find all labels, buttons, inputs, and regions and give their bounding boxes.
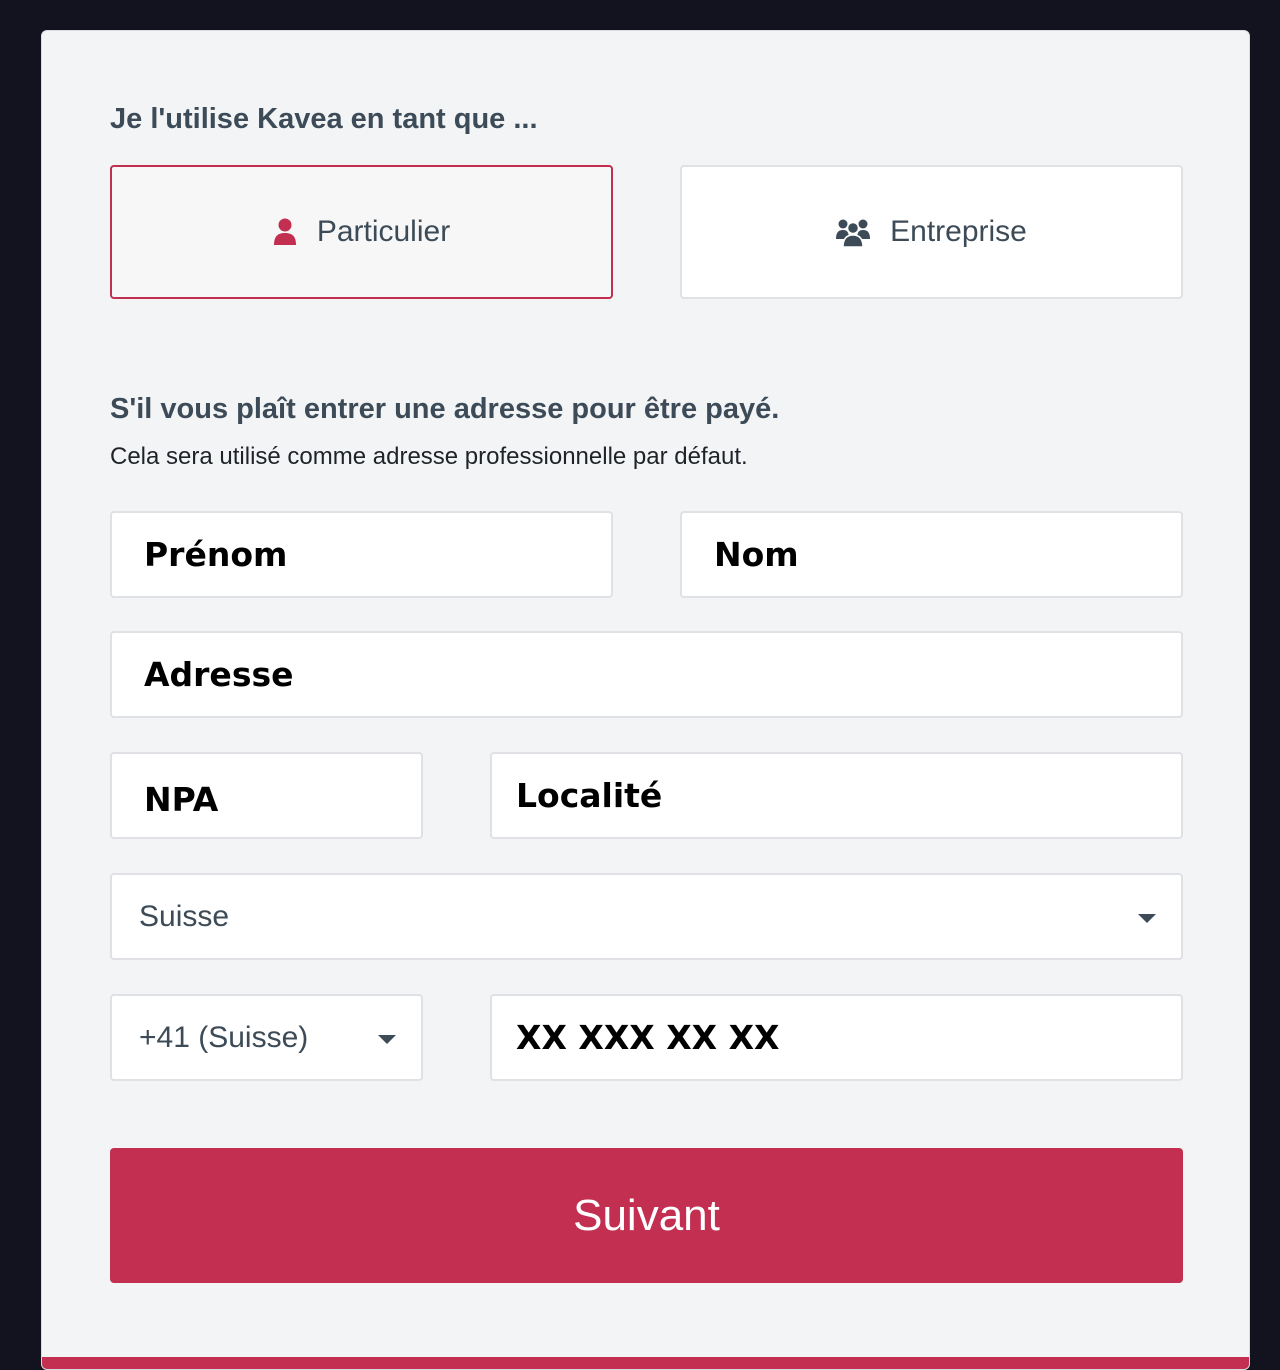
chevron-down-icon	[1138, 914, 1156, 923]
street-address-input[interactable]	[112, 633, 1181, 716]
first-name-input[interactable]	[112, 513, 611, 596]
last-name-input[interactable]	[682, 513, 1181, 596]
address-heading: S'il vous plaît entrer une adresse pour …	[110, 393, 780, 425]
chevron-down-icon	[378, 1035, 396, 1044]
city-field[interactable]	[490, 752, 1183, 839]
country-select-value: Suisse	[139, 899, 230, 933]
phone-prefix-select[interactable]: +41 (Suisse)	[110, 994, 423, 1081]
signup-card: Je l'utilise Kavea en tant que ... Parti…	[41, 30, 1250, 1370]
users-group-icon	[836, 217, 871, 247]
street-address-field[interactable]	[110, 631, 1183, 718]
option-particulier[interactable]: Particulier	[110, 165, 613, 299]
option-entreprise[interactable]: Entreprise	[680, 165, 1183, 299]
last-name-field[interactable]	[680, 511, 1183, 598]
user-icon	[273, 218, 297, 246]
card-bottom-accent-bar	[42, 1357, 1249, 1369]
option-particulier-label: Particulier	[316, 215, 451, 248]
first-name-field[interactable]	[110, 511, 613, 598]
postal-code-input[interactable]	[112, 754, 421, 837]
postal-code-field[interactable]	[110, 752, 423, 839]
city-input[interactable]	[492, 754, 1181, 837]
phone-prefix-value: +41 (Suisse)	[139, 1020, 309, 1054]
phone-number-input[interactable]	[492, 996, 1181, 1079]
account-type-heading: Je l'utilise Kavea en tant que ...	[110, 103, 538, 135]
country-select[interactable]: Suisse	[110, 873, 1183, 960]
address-subtext: Cela sera utilisé comme adresse professi…	[110, 443, 748, 470]
option-entreprise-label: Entreprise	[890, 215, 1027, 248]
phone-number-field[interactable]	[490, 994, 1183, 1081]
next-button[interactable]: Suivant	[110, 1148, 1183, 1283]
